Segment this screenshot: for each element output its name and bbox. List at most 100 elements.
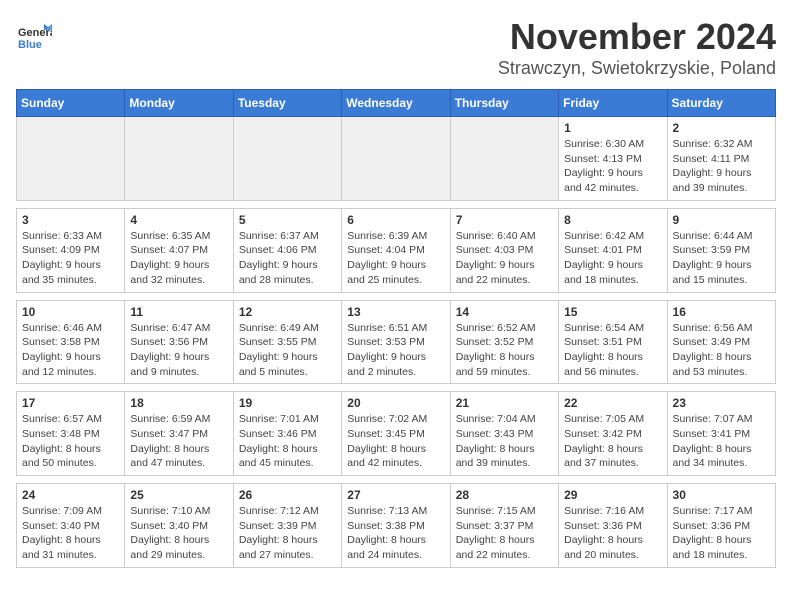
day-info: Sunrise: 7:15 AMSunset: 3:37 PMDaylight:… <box>456 504 553 563</box>
day-info: Sunrise: 6:46 AMSunset: 3:58 PMDaylight:… <box>22 321 119 380</box>
day-number: 14 <box>456 305 553 319</box>
day-info: Sunrise: 6:44 AMSunset: 3:59 PMDaylight:… <box>673 229 770 288</box>
weekday-header: Saturday <box>667 90 775 117</box>
day-info: Sunrise: 6:30 AMSunset: 4:13 PMDaylight:… <box>564 137 661 196</box>
week-divider <box>17 200 776 208</box>
day-number: 23 <box>673 396 770 410</box>
day-number: 3 <box>22 213 119 227</box>
calendar-cell <box>125 117 233 201</box>
title-area: November 2024 Strawczyn, Swietokrzyskie,… <box>498 16 776 79</box>
weekday-header: Monday <box>125 90 233 117</box>
day-number: 6 <box>347 213 444 227</box>
calendar-cell: 11Sunrise: 6:47 AMSunset: 3:56 PMDayligh… <box>125 300 233 384</box>
calendar-cell: 25 Sunrise: 7:10 AMSunset: 3:40 PMDayligh… <box>125 484 233 568</box>
day-info: Sunrise: 7:17 AMSunset: 3:36 PMDaylight:… <box>673 504 770 563</box>
day-info: Sunrise: 6:52 AMSunset: 3:52 PMDaylight:… <box>456 321 553 380</box>
day-info: Sunrise: 6:33 AMSunset: 4:09 PMDaylight:… <box>22 229 119 288</box>
calendar-cell: 29 Sunrise: 7:16 AMSunset: 3:36 PMDayligh… <box>559 484 667 568</box>
calendar-cell: 6 Sunrise: 6:39 AMSunset: 4:04 PMDaylight… <box>342 208 450 292</box>
calendar-cell: 12Sunrise: 6:49 AMSunset: 3:55 PMDayligh… <box>233 300 341 384</box>
week-divider <box>17 384 776 392</box>
header: General Blue November 2024 Strawczyn, Sw… <box>16 16 776 79</box>
day-number: 26 <box>239 488 336 502</box>
day-info: Sunrise: 7:10 AMSunset: 3:40 PMDaylight:… <box>130 504 227 563</box>
day-number: 27 <box>347 488 444 502</box>
calendar-cell: 9Sunrise: 6:44 AMSunset: 3:59 PMDaylight… <box>667 208 775 292</box>
day-number: 18 <box>130 396 227 410</box>
weekday-header: Thursday <box>450 90 558 117</box>
calendar-cell: 27 Sunrise: 7:13 AMSunset: 3:38 PMDayligh… <box>342 484 450 568</box>
calendar-week-row: 24 Sunrise: 7:09 AMSunset: 3:40 PMDayligh… <box>17 484 776 568</box>
calendar-cell <box>17 117 125 201</box>
day-number: 21 <box>456 396 553 410</box>
calendar-cell: 22 Sunrise: 7:05 AMSunset: 3:42 PMDayligh… <box>559 392 667 476</box>
day-info: Sunrise: 6:42 AMSunset: 4:01 PMDaylight:… <box>564 229 661 288</box>
day-number: 25 <box>130 488 227 502</box>
calendar-cell: 20 Sunrise: 7:02 AMSunset: 3:45 PMDayligh… <box>342 392 450 476</box>
day-info: Sunrise: 7:16 AMSunset: 3:36 PMDaylight:… <box>564 504 661 563</box>
day-number: 20 <box>347 396 444 410</box>
calendar-cell: 23 Sunrise: 7:07 AMSunset: 3:41 PMDayligh… <box>667 392 775 476</box>
calendar-week-row: 17Sunrise: 6:57 AMSunset: 3:48 PMDayligh… <box>17 392 776 476</box>
calendar-cell: 28 Sunrise: 7:15 AMSunset: 3:37 PMDayligh… <box>450 484 558 568</box>
calendar-cell: 2Sunrise: 6:32 AMSunset: 4:11 PMDaylight… <box>667 117 775 201</box>
logo-icon: General Blue <box>16 20 52 56</box>
day-number: 30 <box>673 488 770 502</box>
calendar-cell: 24 Sunrise: 7:09 AMSunset: 3:40 PMDayligh… <box>17 484 125 568</box>
month-title: November 2024 <box>498 16 776 58</box>
day-number: 28 <box>456 488 553 502</box>
day-info: Sunrise: 6:49 AMSunset: 3:55 PMDaylight:… <box>239 321 336 380</box>
svg-text:Blue: Blue <box>18 39 42 51</box>
weekday-header: Friday <box>559 90 667 117</box>
calendar-cell: 26 Sunrise: 7:12 AMSunset: 3:39 PMDayligh… <box>233 484 341 568</box>
day-info: Sunrise: 7:07 AMSunset: 3:41 PMDaylight:… <box>673 412 770 471</box>
weekday-header: Tuesday <box>233 90 341 117</box>
weekday-header: Wednesday <box>342 90 450 117</box>
day-info: Sunrise: 7:09 AMSunset: 3:40 PMDaylight:… <box>22 504 119 563</box>
day-info: Sunrise: 7:05 AMSunset: 3:42 PMDaylight:… <box>564 412 661 471</box>
day-info: Sunrise: 6:54 AMSunset: 3:51 PMDaylight:… <box>564 321 661 380</box>
day-number: 13 <box>347 305 444 319</box>
calendar-week-row: 10Sunrise: 6:46 AMSunset: 3:58 PMDayligh… <box>17 300 776 384</box>
calendar-cell: 10Sunrise: 6:46 AMSunset: 3:58 PMDayligh… <box>17 300 125 384</box>
calendar-cell: 21 Sunrise: 7:04 AMSunset: 3:43 PMDayligh… <box>450 392 558 476</box>
week-divider <box>17 292 776 300</box>
day-number: 19 <box>239 396 336 410</box>
calendar-cell: 5Sunrise: 6:37 AMSunset: 4:06 PMDaylight… <box>233 208 341 292</box>
day-info: Sunrise: 6:51 AMSunset: 3:53 PMDaylight:… <box>347 321 444 380</box>
day-info: Sunrise: 7:13 AMSunset: 3:38 PMDaylight:… <box>347 504 444 563</box>
day-info: Sunrise: 7:04 AMSunset: 3:43 PMDaylight:… <box>456 412 553 471</box>
calendar-week-row: 1 Sunrise: 6:30 AMSunset: 4:13 PMDaylight… <box>17 117 776 201</box>
weekday-header-row: SundayMondayTuesdayWednesdayThursdayFrid… <box>17 90 776 117</box>
calendar-cell: 15Sunrise: 6:54 AMSunset: 3:51 PMDayligh… <box>559 300 667 384</box>
day-number: 29 <box>564 488 661 502</box>
calendar-cell: 1 Sunrise: 6:30 AMSunset: 4:13 PMDaylight… <box>559 117 667 201</box>
calendar-cell: 18 Sunrise: 6:59 AMSunset: 3:47 PMDayligh… <box>125 392 233 476</box>
day-info: Sunrise: 7:02 AMSunset: 3:45 PMDaylight:… <box>347 412 444 471</box>
day-info: Sunrise: 6:47 AMSunset: 3:56 PMDaylight:… <box>130 321 227 380</box>
calendar-cell: 19 Sunrise: 7:01 AMSunset: 3:46 PMDayligh… <box>233 392 341 476</box>
day-number: 4 <box>130 213 227 227</box>
calendar-week-row: 3 Sunrise: 6:33 AMSunset: 4:09 PMDaylight… <box>17 208 776 292</box>
calendar-cell: 30 Sunrise: 7:17 AMSunset: 3:36 PMDayligh… <box>667 484 775 568</box>
calendar-cell <box>450 117 558 201</box>
day-info: Sunrise: 7:01 AMSunset: 3:46 PMDaylight:… <box>239 412 336 471</box>
weekday-header: Sunday <box>17 90 125 117</box>
calendar-cell <box>233 117 341 201</box>
day-number: 24 <box>22 488 119 502</box>
day-info: Sunrise: 6:39 AMSunset: 4:04 PMDaylight:… <box>347 229 444 288</box>
calendar-cell: 13 Sunrise: 6:51 AMSunset: 3:53 PMDayligh… <box>342 300 450 384</box>
calendar-cell: 14 Sunrise: 6:52 AMSunset: 3:52 PMDayligh… <box>450 300 558 384</box>
day-number: 17 <box>22 396 119 410</box>
day-info: Sunrise: 6:35 AMSunset: 4:07 PMDaylight:… <box>130 229 227 288</box>
day-number: 1 <box>564 121 661 135</box>
day-number: 7 <box>456 213 553 227</box>
day-info: Sunrise: 6:37 AMSunset: 4:06 PMDaylight:… <box>239 229 336 288</box>
day-info: Sunrise: 7:12 AMSunset: 3:39 PMDaylight:… <box>239 504 336 563</box>
day-number: 22 <box>564 396 661 410</box>
calendar-cell: 7Sunrise: 6:40 AMSunset: 4:03 PMDaylight… <box>450 208 558 292</box>
calendar-table: SundayMondayTuesdayWednesdayThursdayFrid… <box>16 89 776 568</box>
calendar-cell: 3 Sunrise: 6:33 AMSunset: 4:09 PMDaylight… <box>17 208 125 292</box>
day-info: Sunrise: 6:59 AMSunset: 3:47 PMDaylight:… <box>130 412 227 471</box>
calendar-cell: 8Sunrise: 6:42 AMSunset: 4:01 PMDaylight… <box>559 208 667 292</box>
